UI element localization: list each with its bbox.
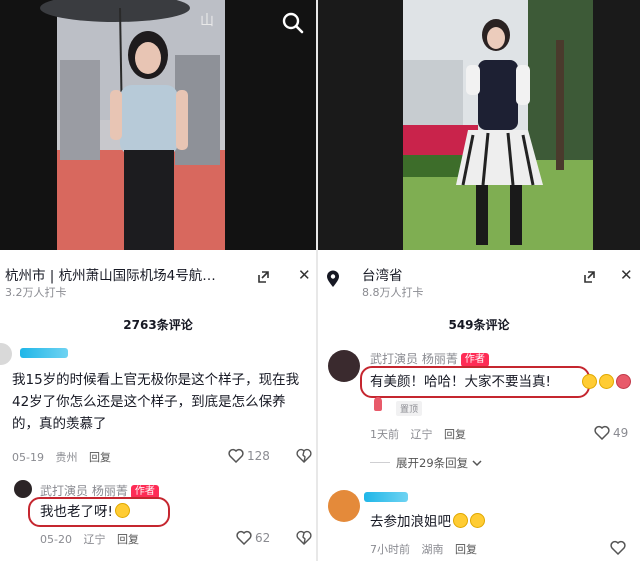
comment-text: 去参加浪姐吧 [370, 511, 485, 533]
comment-text: 有美颜！哈哈！大家不要当真! [370, 374, 551, 390]
reply-text-content: 我也老了呀! [40, 504, 113, 520]
expand-replies-button[interactable]: 展开29条回复 [370, 455, 482, 471]
chevron-down-icon [472, 460, 482, 467]
rose-icon [374, 397, 382, 411]
dislike-icon[interactable] [296, 529, 312, 545]
close-icon[interactable]: ✕ [620, 266, 633, 284]
reply-button[interactable]: 回复 [117, 533, 139, 546]
rose-emoji-icon [616, 374, 631, 389]
location-bar-left[interactable]: 杭州市 | 杭州萧山国际机场4号航… 3.2万人打卡 ✕ [0, 256, 316, 304]
svg-text:山: 山 [200, 13, 214, 29]
video-thumbnail-right[interactable] [318, 0, 640, 250]
right-panel: 台湾省 8.8万人打卡 ✕ 549条评论 武打演员 杨丽菁 作者 有美颜！哈哈！大… [318, 0, 640, 561]
location-pin-icon [327, 270, 339, 287]
location-checkins: 3.2万人打卡 [5, 286, 67, 299]
reply-button[interactable]: 回复 [455, 543, 477, 556]
redacted-username [20, 348, 68, 358]
comment-date: 1天前 [370, 428, 399, 441]
heart-icon [228, 448, 244, 463]
video-thumbnail-left[interactable]: 山 [0, 0, 316, 250]
reply-region: 辽宁 [83, 533, 106, 546]
like-button[interactable]: 49 [594, 425, 628, 440]
expand-line [370, 462, 390, 463]
comment-region: 辽宁 [410, 428, 433, 441]
avatar[interactable] [0, 343, 12, 365]
heart-icon [610, 540, 626, 555]
comment-text-content: 去参加浪姐吧 [370, 514, 451, 530]
heart-icon [594, 425, 610, 440]
location-bar-right[interactable]: 台湾省 8.8万人打卡 ✕ [318, 256, 640, 304]
comment-count: 549条评论 [448, 318, 510, 332]
reply-date: 05-20 [40, 533, 72, 546]
comment-date: 7小时前 [370, 543, 410, 556]
author-tag: 作者 [460, 353, 489, 367]
author-name-text: 武打演员 杨丽菁 [40, 484, 128, 498]
emoji-group [580, 372, 631, 391]
search-button[interactable] [280, 10, 306, 36]
comment-region: 湖南 [421, 543, 444, 556]
search-icon [282, 12, 304, 34]
comment-meta: 05-19 贵州 回复 [12, 449, 119, 465]
like-count: 128 [247, 449, 270, 463]
author-avatar[interactable] [14, 480, 32, 498]
close-icon[interactable]: ✕ [298, 266, 311, 284]
reply-text: 我也老了呀! [40, 501, 130, 523]
reply-meta: 05-20 辽宁 回复 [40, 531, 147, 547]
video-frame-left: 山 [0, 0, 316, 250]
grin-emoji-icon [114, 503, 130, 518]
comment-meta: 7小时前 湖南 回复 [370, 541, 485, 557]
like-button[interactable] [610, 540, 629, 555]
laugh-emoji-icon [453, 513, 468, 528]
like-button[interactable]: 128 [228, 448, 270, 463]
comment-meta: 1天前 辽宁 回复 [370, 426, 474, 442]
dislike-icon[interactable] [296, 447, 312, 463]
comment-text: 我15岁的时候看上官无极你是这个样子，现在我42岁了你怎么还是这个样子，到底是怎… [12, 372, 300, 432]
video-frame-right [318, 0, 640, 250]
screenshot-composite: 山 杭州市 | 杭州萧山国际机场4号航… 3.2万人打卡 ✕ 2763条评论 我… [0, 0, 640, 561]
reply-button[interactable]: 回复 [89, 451, 111, 464]
author-name[interactable]: 武打演员 杨丽菁 作者 [370, 350, 489, 367]
comment-date: 05-19 [12, 451, 44, 464]
like-count: 49 [613, 426, 629, 440]
expand-icon[interactable] [582, 270, 596, 284]
heart-icon [236, 530, 252, 545]
location-title: 杭州市 | 杭州萧山国际机场4号航… [5, 268, 216, 284]
avatar[interactable] [328, 490, 360, 522]
laugh-emoji-icon [470, 513, 485, 528]
laugh-emoji-icon [599, 374, 614, 389]
comment-region: 贵州 [55, 451, 78, 464]
left-panel: 山 杭州市 | 杭州萧山国际机场4号航… 3.2万人打卡 ✕ 2763条评论 我… [0, 0, 316, 561]
pinned-badge: 置顶 [396, 401, 423, 416]
comment-count: 2763条评论 [123, 318, 193, 332]
like-count: 62 [255, 531, 271, 545]
like-button[interactable]: 62 [236, 530, 270, 545]
location-checkins: 8.8万人打卡 [362, 286, 424, 299]
location-title: 台湾省 [362, 268, 403, 284]
laugh-emoji-icon [582, 374, 597, 389]
expand-replies-label: 展开29条回复 [396, 456, 469, 470]
author-avatar[interactable] [328, 350, 360, 382]
redacted-username [364, 492, 408, 502]
author-name-text: 武打演员 杨丽菁 [370, 352, 458, 366]
expand-icon[interactable] [256, 270, 270, 284]
reply-button[interactable]: 回复 [444, 428, 466, 441]
